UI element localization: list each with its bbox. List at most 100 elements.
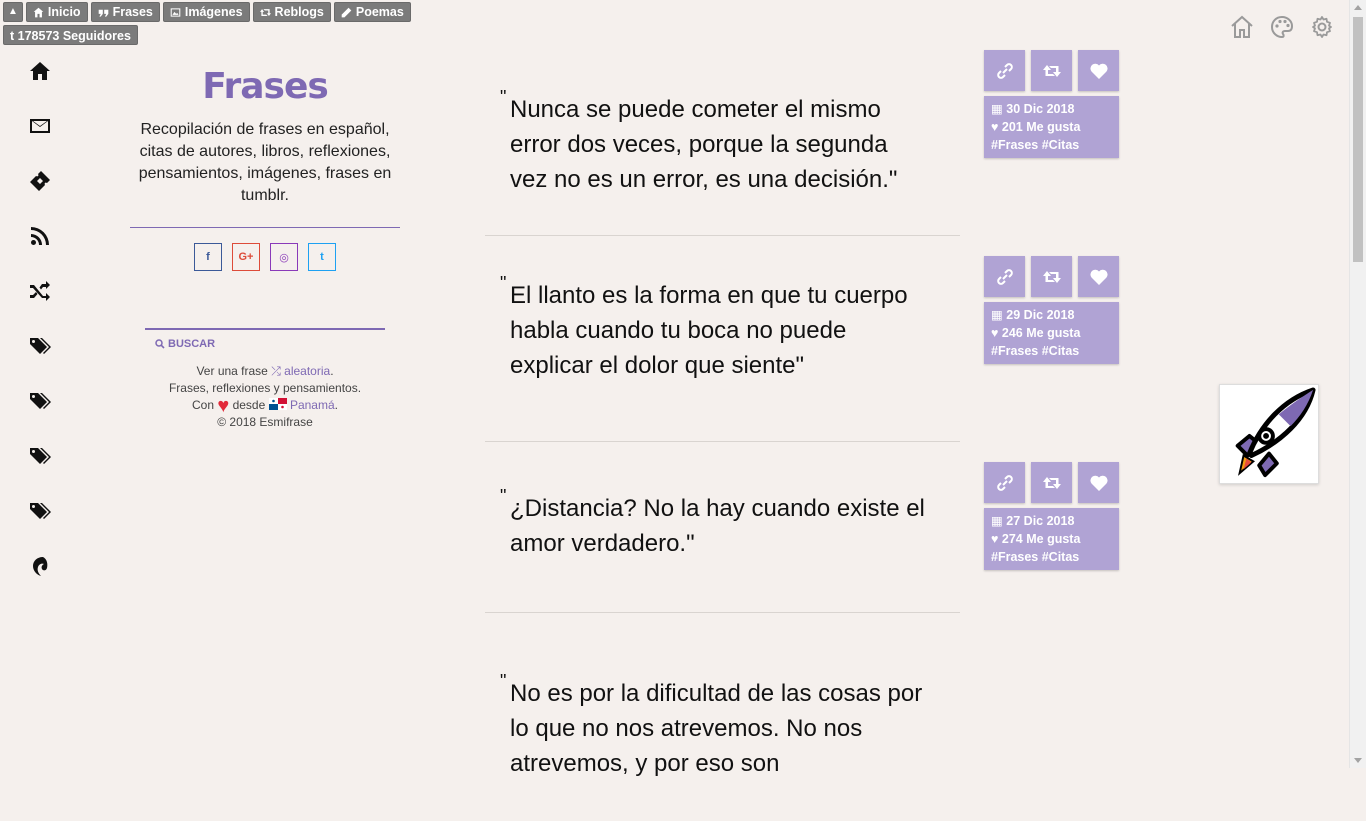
rss-icon[interactable] xyxy=(26,223,54,249)
heart-icon xyxy=(1089,63,1108,79)
divider xyxy=(145,328,385,330)
post-likes: ♥ 274 Me gusta xyxy=(991,530,1112,548)
footer-text: . xyxy=(334,398,338,412)
footer-line-love: Con ♥ desde Panamá. xyxy=(130,395,400,417)
shuffle-icon[interactable] xyxy=(26,278,54,304)
scroll-top-button[interactable]: ▲ xyxy=(3,2,23,22)
nav-inicio-button[interactable]: Inicio xyxy=(25,2,88,22)
footer-copyright: © 2018 Esmifrase xyxy=(217,415,313,429)
post: No es por la dificultad de las cosas por… xyxy=(485,613,960,821)
calendar-icon: ▦ xyxy=(991,308,1003,322)
heart-icon xyxy=(1089,475,1108,491)
nav-imagenes-label: Imágenes xyxy=(184,5,243,19)
post-tags[interactable]: #Frases #Citas xyxy=(991,136,1112,154)
post-info: ▦ 29 Dic 2018 ♥ 246 Me gusta #Frases #Ci… xyxy=(984,302,1119,364)
link-icon xyxy=(996,62,1013,79)
reblog-button[interactable] xyxy=(1031,256,1072,297)
rocket-icon xyxy=(1235,387,1316,478)
instagram-icon[interactable]: ◎ xyxy=(270,243,298,271)
post-quote: Nunca se puede cometer el mismo error do… xyxy=(485,50,960,237)
post-date: ▦ 30 Dic 2018 xyxy=(991,100,1112,118)
post-quote: No es por la dificultad de las cosas por… xyxy=(485,613,960,821)
google-plus-icon[interactable]: G+ xyxy=(232,243,260,271)
reblog-icon xyxy=(1042,64,1061,77)
rocket-scroll-top-button[interactable] xyxy=(1219,384,1319,484)
permalink-button[interactable] xyxy=(984,462,1025,503)
post-likes: ♥ 246 Me gusta xyxy=(991,324,1112,342)
shuffle-small-icon: ⤮ xyxy=(271,364,281,378)
heart-small-icon: ♥ xyxy=(991,532,999,546)
tags-icon[interactable] xyxy=(26,333,54,359)
home-nav-icon[interactable] xyxy=(26,58,54,84)
search-icon xyxy=(155,339,165,349)
sidebar: Frases Recopilación de frases en español… xyxy=(130,66,400,431)
post: Nunca se puede cometer el mismo error do… xyxy=(485,50,960,236)
site-title[interactable]: Frases xyxy=(130,66,400,107)
post-tags[interactable]: #Frases #Citas xyxy=(991,548,1112,566)
divider xyxy=(130,227,400,228)
nav-frases-button[interactable]: Frases xyxy=(90,2,160,22)
scrollbar-thumb[interactable] xyxy=(1353,17,1363,262)
post-info: ▦ 30 Dic 2018 ♥ 201 Me gusta #Frases #Ci… xyxy=(984,96,1119,158)
panama-link[interactable]: Panamá xyxy=(290,398,335,412)
followers-badge[interactable]: t 178573 Seguidores xyxy=(3,25,138,45)
social-links: f G+ ◎ t xyxy=(130,243,400,271)
envelope-icon[interactable] xyxy=(26,113,54,139)
permalink-button[interactable] xyxy=(984,256,1025,297)
post-likes: ♥ 201 Me gusta xyxy=(991,118,1112,136)
scroll-up-arrow[interactable] xyxy=(1354,5,1362,10)
heart-icon: ♥ xyxy=(217,395,230,417)
site-logo-icon[interactable] xyxy=(26,553,54,579)
nav-reblogs-label: Reblogs xyxy=(274,5,324,19)
likes-label: 201 Me gusta xyxy=(1001,120,1081,134)
footer-text: Con xyxy=(191,398,214,412)
facebook-icon[interactable]: f xyxy=(194,243,222,271)
post-quote: El llanto es la forma en que tu cuerpo h… xyxy=(485,236,960,423)
heart-small-icon: ♥ xyxy=(991,326,999,340)
random-link[interactable]: ⤮ aleatoria xyxy=(271,364,330,378)
footer-text: Ver una frase xyxy=(196,364,268,378)
random-link-label: aleatoria xyxy=(284,364,331,378)
panama-flag-icon xyxy=(268,398,287,410)
retweet-icon xyxy=(259,8,271,16)
vertical-scrollbar[interactable] xyxy=(1349,0,1366,768)
home-outline-icon[interactable] xyxy=(1230,14,1254,40)
calendar-icon: ▦ xyxy=(991,514,1003,528)
nav-reblogs-button[interactable]: Reblogs xyxy=(252,2,331,22)
post-date: ▦ 29 Dic 2018 xyxy=(991,306,1112,324)
quote-icon xyxy=(98,9,108,17)
tags-icon[interactable] xyxy=(26,443,54,469)
like-button[interactable] xyxy=(1078,462,1119,503)
ticket-icon[interactable] xyxy=(26,168,54,194)
palette-icon[interactable] xyxy=(1270,14,1294,40)
scroll-down-arrow[interactable] xyxy=(1354,758,1362,763)
date-label: 27 Dic 2018 xyxy=(1006,514,1075,528)
gear-icon[interactable] xyxy=(1310,14,1334,40)
footer-line-random: Ver una frase ⤮ aleatoria. xyxy=(130,363,400,380)
date-label: 29 Dic 2018 xyxy=(1006,308,1075,322)
tags-icon[interactable] xyxy=(26,498,54,524)
nav-imagenes-button[interactable]: Imágenes xyxy=(162,2,250,22)
likes-label: 246 Me gusta xyxy=(1001,326,1081,340)
heart-small-icon: ♥ xyxy=(991,120,999,134)
tags-icon[interactable] xyxy=(26,388,54,414)
post-tags[interactable]: #Frases #Citas xyxy=(991,342,1112,360)
like-button[interactable] xyxy=(1078,50,1119,91)
post-list: Nunca se puede cometer el mismo error do… xyxy=(485,50,960,821)
search-link[interactable]: BUSCAR xyxy=(155,338,400,350)
nav-frases-label: Frases xyxy=(112,5,153,19)
footer-text: desde xyxy=(232,398,266,412)
twitter-icon[interactable]: t xyxy=(308,243,336,271)
nav-poemas-button[interactable]: Poemas xyxy=(333,2,411,22)
permalink-button[interactable] xyxy=(984,50,1025,91)
reblog-button[interactable] xyxy=(1031,462,1072,503)
date-label: 30 Dic 2018 xyxy=(1006,102,1075,116)
top-nav-bar: ▲ Inicio Frases Imágenes Reblogs Poemas xyxy=(3,2,411,22)
post-info: ▦ 27 Dic 2018 ♥ 274 Me gusta #Frases #Ci… xyxy=(984,508,1119,570)
pencil-icon xyxy=(341,7,352,17)
link-icon xyxy=(996,268,1013,285)
like-button[interactable] xyxy=(1078,256,1119,297)
top-right-controls xyxy=(1230,14,1334,40)
reblog-button[interactable] xyxy=(1031,50,1072,91)
post-meta: ▦ 27 Dic 2018 ♥ 274 Me gusta #Frases #Ci… xyxy=(984,462,1119,570)
